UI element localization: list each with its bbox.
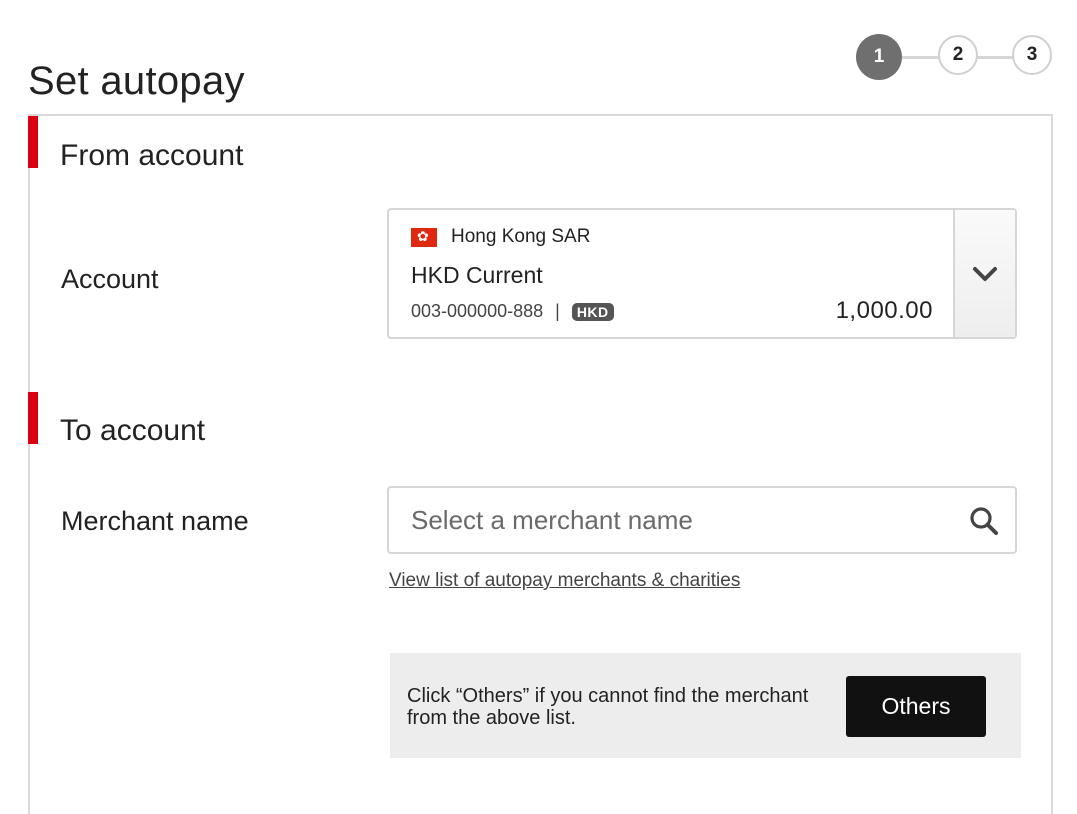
section-accent-bar — [28, 392, 38, 444]
page-title: Set autopay — [28, 58, 245, 103]
step-connector — [974, 56, 1014, 59]
account-dropdown-button[interactable] — [953, 210, 1015, 337]
step-3: 3 — [1012, 35, 1052, 75]
currency-badge: HKD — [571, 302, 614, 321]
hong-kong-flag-icon — [411, 227, 437, 247]
others-panel: Click “Others” if you cannot find the me… — [390, 653, 1021, 758]
step-1: 1 — [856, 34, 902, 80]
step-2: 2 — [938, 35, 978, 75]
account-details: 003-000000-888 | HKD — [411, 301, 614, 322]
others-button[interactable]: Others — [846, 676, 986, 737]
merchant-name-label: Merchant name — [61, 506, 249, 536]
progress-stepper: 1 2 3 — [856, 34, 1052, 80]
region-name: Hong Kong SAR — [451, 226, 591, 247]
merchant-search-input[interactable] — [387, 486, 1017, 554]
account-region: Hong Kong SAR — [411, 226, 590, 248]
account-selector[interactable]: Hong Kong SAR HKD Current 003-000000-888… — [387, 208, 1017, 339]
from-account-heading: From account — [60, 139, 244, 172]
account-number: 003-000000-888 — [411, 301, 544, 321]
search-icon[interactable] — [968, 505, 1000, 537]
account-balance: 1,000.00 — [835, 297, 933, 324]
to-account-heading: To account — [60, 414, 206, 447]
others-hint-text: Click “Others” if you cannot find the me… — [407, 685, 809, 729]
separator: | — [555, 301, 560, 321]
chevron-down-icon — [973, 266, 997, 281]
account-label: Account — [61, 264, 159, 294]
merchant-list-link[interactable]: View list of autopay merchants & chariti… — [389, 570, 740, 592]
account-name: HKD Current — [411, 262, 543, 288]
section-accent-bar — [28, 116, 38, 168]
